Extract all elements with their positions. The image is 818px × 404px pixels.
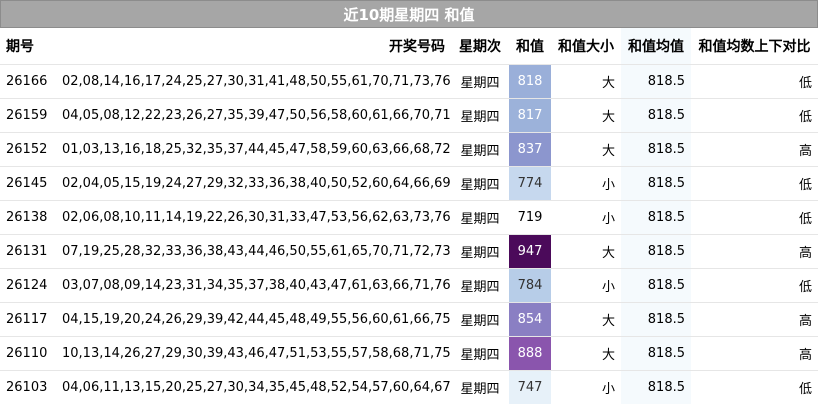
cell-sum-avg: 818.5 <box>621 369 691 404</box>
cell-sum-avg: 818.5 <box>621 199 691 234</box>
cell-avg-compare: 低 <box>691 165 818 200</box>
cell-weekday: 星期四 <box>451 199 509 234</box>
cell-sum: 784 <box>509 267 551 302</box>
table-row[interactable]: 26159 04,05,08,12,22,23,26,27,35,39,47,50… <box>0 97 818 132</box>
col-header-issue[interactable]: 期号 <box>0 28 56 64</box>
cell-sum-avg: 818.5 <box>621 267 691 302</box>
cell-issue: 26145 <box>0 165 56 200</box>
cell-issue: 26159 <box>0 97 56 132</box>
table-row[interactable]: 26117 04,15,19,20,24,26,29,39,42,44,45,48… <box>0 301 818 336</box>
cell-sum: 888 <box>509 335 551 370</box>
cell-sum: 837 <box>509 131 551 166</box>
cell-weekday: 星期四 <box>451 335 509 370</box>
cell-sum: 747 <box>509 369 551 404</box>
cell-issue: 26103 <box>0 369 56 404</box>
cell-sum-avg: 818.5 <box>621 335 691 370</box>
cell-sum-avg: 818.5 <box>621 165 691 200</box>
cell-sum-avg: 818.5 <box>621 131 691 166</box>
table-row[interactable]: 26110 10,13,14,26,27,29,30,39,43,46,47,51… <box>0 335 818 370</box>
cell-sum-size: 大 <box>551 63 621 98</box>
cell-numbers: 04,05,08,12,22,23,26,27,35,39,47,50,56,5… <box>56 97 451 132</box>
sum-report-panel: 近10期星期四 和值 期号 开奖号码 星期次 和值 和值大小 和值均值 和值均数… <box>0 0 818 404</box>
cell-sum: 774 <box>509 165 551 200</box>
cell-sum: 818 <box>509 63 551 98</box>
cell-weekday: 星期四 <box>451 233 509 268</box>
cell-issue: 26124 <box>0 267 56 302</box>
table-row[interactable]: 26103 04,06,11,13,15,20,25,27,30,34,35,45… <box>0 369 818 404</box>
header-row: 期号 开奖号码 星期次 和值 和值大小 和值均值 和值均数上下对比 <box>0 28 818 64</box>
cell-weekday: 星期四 <box>451 63 509 98</box>
cell-issue: 26110 <box>0 335 56 370</box>
cell-issue: 26117 <box>0 301 56 336</box>
cell-avg-compare: 低 <box>691 267 818 302</box>
table-row[interactable]: 26166 02,08,14,16,17,24,25,27,30,31,41,48… <box>0 63 818 98</box>
cell-avg-compare: 高 <box>691 131 818 166</box>
col-header-sum-size[interactable]: 和值大小 <box>551 28 621 64</box>
col-header-avg-compare[interactable]: 和值均数上下对比 <box>691 28 818 64</box>
cell-weekday: 星期四 <box>451 301 509 336</box>
table-row[interactable]: 26124 03,07,08,09,14,23,31,34,35,37,38,40… <box>0 267 818 302</box>
cell-sum: 719 <box>509 199 551 234</box>
cell-issue: 26166 <box>0 63 56 98</box>
cell-numbers: 02,04,05,15,19,24,27,29,32,33,36,38,40,5… <box>56 165 451 200</box>
cell-avg-compare: 高 <box>691 233 818 268</box>
cell-weekday: 星期四 <box>451 165 509 200</box>
cell-issue: 26152 <box>0 131 56 166</box>
report-title: 近10期星期四 和值 <box>0 0 818 28</box>
cell-avg-compare: 高 <box>691 335 818 370</box>
cell-numbers: 02,06,08,10,11,14,19,22,26,30,31,33,47,5… <box>56 199 451 234</box>
cell-avg-compare: 低 <box>691 97 818 132</box>
cell-sum-avg: 818.5 <box>621 301 691 336</box>
cell-numbers: 03,07,08,09,14,23,31,34,35,37,38,40,43,4… <box>56 267 451 302</box>
cell-sum-avg: 818.5 <box>621 233 691 268</box>
col-header-numbers[interactable]: 开奖号码 <box>56 28 451 64</box>
cell-numbers: 07,19,25,28,32,33,36,38,43,44,46,50,55,6… <box>56 233 451 268</box>
cell-numbers: 04,15,19,20,24,26,29,39,42,44,45,48,49,5… <box>56 301 451 336</box>
cell-sum-avg: 818.5 <box>621 97 691 132</box>
cell-sum-size: 小 <box>551 199 621 234</box>
cell-sum-size: 大 <box>551 131 621 166</box>
col-header-weekday[interactable]: 星期次 <box>451 28 509 64</box>
cell-avg-compare: 低 <box>691 199 818 234</box>
cell-numbers: 01,03,13,16,18,25,32,35,37,44,45,47,58,5… <box>56 131 451 166</box>
cell-sum: 854 <box>509 301 551 336</box>
cell-sum-size: 小 <box>551 369 621 404</box>
cell-sum-size: 大 <box>551 97 621 132</box>
cell-sum: 817 <box>509 97 551 132</box>
table-row[interactable]: 26138 02,06,08,10,11,14,19,22,26,30,31,33… <box>0 199 818 234</box>
cell-sum-size: 大 <box>551 233 621 268</box>
cell-numbers: 02,08,14,16,17,24,25,27,30,31,41,48,50,5… <box>56 63 451 98</box>
cell-avg-compare: 低 <box>691 369 818 404</box>
cell-sum-size: 大 <box>551 301 621 336</box>
table-row[interactable]: 26131 07,19,25,28,32,33,36,38,43,44,46,50… <box>0 233 818 268</box>
cell-weekday: 星期四 <box>451 267 509 302</box>
cell-issue: 26131 <box>0 233 56 268</box>
cell-weekday: 星期四 <box>451 369 509 404</box>
cell-avg-compare: 低 <box>691 63 818 98</box>
cell-issue: 26138 <box>0 199 56 234</box>
cell-numbers: 04,06,11,13,15,20,25,27,30,34,35,45,48,5… <box>56 369 451 404</box>
table-row[interactable]: 26152 01,03,13,16,18,25,32,35,37,44,45,47… <box>0 131 818 166</box>
col-header-sum-avg[interactable]: 和值均值 <box>621 28 691 64</box>
cell-sum-avg: 818.5 <box>621 63 691 98</box>
cell-sum: 947 <box>509 233 551 268</box>
table-row[interactable]: 26145 02,04,05,15,19,24,27,29,32,33,36,38… <box>0 165 818 200</box>
draw-results-table: 期号 开奖号码 星期次 和值 和值大小 和值均值 和值均数上下对比 26166 0… <box>0 28 818 404</box>
cell-weekday: 星期四 <box>451 131 509 166</box>
cell-numbers: 10,13,14,26,27,29,30,39,43,46,47,51,53,5… <box>56 335 451 370</box>
cell-avg-compare: 高 <box>691 301 818 336</box>
cell-weekday: 星期四 <box>451 97 509 132</box>
cell-sum-size: 小 <box>551 267 621 302</box>
cell-sum-size: 小 <box>551 165 621 200</box>
col-header-sum[interactable]: 和值 <box>509 28 551 64</box>
cell-sum-size: 大 <box>551 335 621 370</box>
